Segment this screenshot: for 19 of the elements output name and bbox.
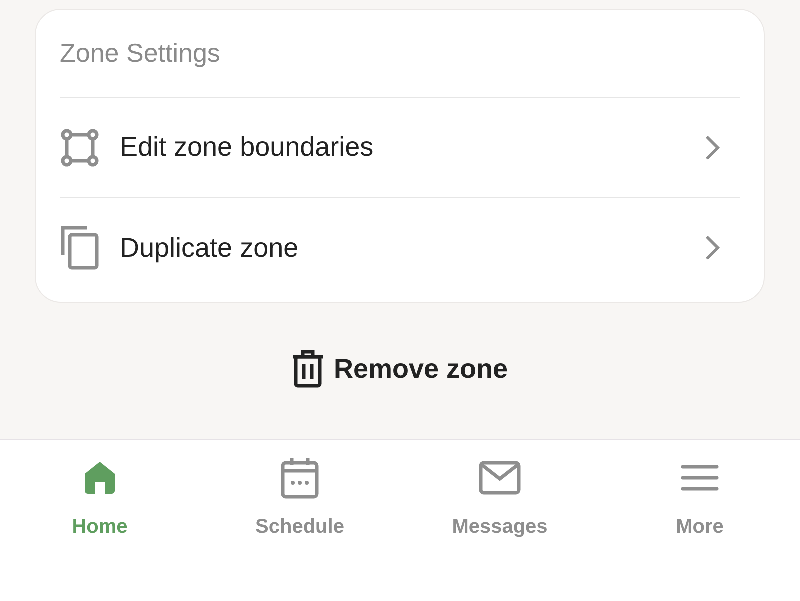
row-label: Edit zone boundaries xyxy=(120,131,375,164)
remove-button[interactable]: Remove zone xyxy=(292,349,508,390)
chevron-icon xyxy=(706,136,720,160)
chevron-icon xyxy=(706,236,720,260)
tab[interactable]: More xyxy=(600,456,800,542)
card-title: Zone Settings xyxy=(60,10,740,98)
tab[interactable]: Messages xyxy=(400,456,600,542)
mail-icon xyxy=(479,461,521,495)
settings-row[interactable]: Duplicate zone xyxy=(60,198,740,298)
tab[interactable]: Home xyxy=(0,456,200,542)
row-label: Duplicate zone xyxy=(120,232,300,265)
calendar-icon xyxy=(281,457,319,499)
boundary-icon xyxy=(61,128,99,166)
menu-icon xyxy=(681,464,719,492)
trash-icon xyxy=(292,350,324,388)
tab[interactable]: Schedule xyxy=(200,456,400,542)
copy-icon xyxy=(60,225,100,271)
settings-row[interactable]: Edit zone boundaries xyxy=(60,98,740,198)
home-icon xyxy=(82,460,118,496)
